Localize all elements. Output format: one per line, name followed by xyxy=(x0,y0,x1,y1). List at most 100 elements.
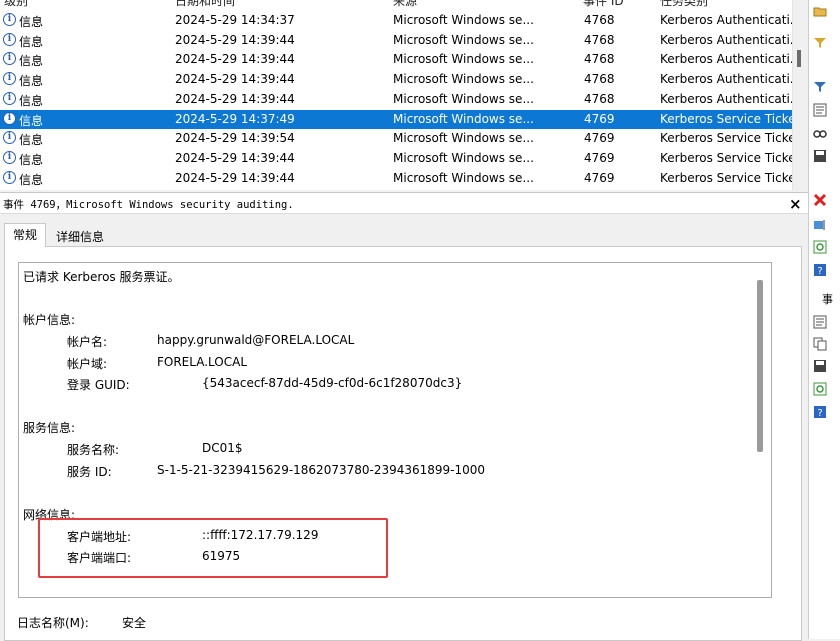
info-icon: i xyxy=(3,170,16,184)
table-row[interactable]: i 信息 2024-5-29 14:34:37 Microsoft Windows s… xyxy=(0,11,792,31)
filter-icon[interactable] xyxy=(813,36,827,50)
service-id-label: 服务 ID: xyxy=(67,465,112,479)
service-name-label: 服务名称: xyxy=(67,443,120,457)
tab-general[interactable]: 常规 xyxy=(4,223,46,247)
cell-category: Kerberos Authenticati... xyxy=(660,91,792,106)
cell-level: 信息 xyxy=(19,133,44,148)
account-section-heading: 帐户信息: xyxy=(23,313,76,327)
svg-text:?: ? xyxy=(817,266,822,277)
cell-level: 信息 xyxy=(19,15,44,29)
col-header-datetime[interactable]: 日期和时间 xyxy=(175,0,235,9)
table-row[interactable]: i 信息 2024-5-29 14:39:44 Microsoft Windows s… xyxy=(0,90,792,110)
save-icon[interactable] xyxy=(813,149,827,163)
logon-guid-label: 登录 GUID: xyxy=(67,378,130,392)
account-name-value: happy.grunwald@FORELA.LOCAL xyxy=(157,333,355,347)
cell-category: Kerberos Authenticati... xyxy=(660,52,792,67)
info-icon: i xyxy=(3,91,16,105)
table-row[interactable]: i 信息 2024-5-29 14:39:54 Microsoft Windows s… xyxy=(0,129,792,149)
properties-icon[interactable] xyxy=(813,103,827,117)
cell-category: Kerberos Authenticati... xyxy=(660,32,792,47)
col-header-level[interactable]: 级别 xyxy=(4,0,28,9)
cell-category: Kerberos Service Ticke... xyxy=(660,170,792,185)
cell-event-id: 4768 xyxy=(584,91,615,106)
info-icon: i xyxy=(3,32,16,46)
cell-source: Microsoft Windows se... xyxy=(393,150,534,165)
cell-datetime: 2024-5-29 14:37:49 xyxy=(175,111,295,126)
cell-event-id: 4769 xyxy=(584,170,615,185)
service-section-heading: 服务信息: xyxy=(23,421,76,435)
col-header-event-id[interactable]: 事件 ID xyxy=(583,0,624,9)
cell-level: 信息 xyxy=(19,93,44,108)
cell-datetime: 2024-5-29 14:39:44 xyxy=(175,52,295,67)
col-header-source[interactable]: 来源 xyxy=(393,0,417,9)
event-properties-icon[interactable] xyxy=(813,315,827,329)
cell-source: Microsoft Windows se... xyxy=(393,131,534,146)
account-domain-label: 帐户域: xyxy=(67,357,108,371)
table-row[interactable]: i 信息 2024-5-29 14:39:44 Microsoft Windows s… xyxy=(0,149,792,169)
event-list-scrollbar[interactable] xyxy=(792,0,809,190)
description-scrollbar[interactable] xyxy=(757,280,763,452)
cell-source: Microsoft Windows se... xyxy=(393,72,534,87)
open-folder-icon[interactable] xyxy=(813,4,827,18)
table-row[interactable]: i 信息 2024-5-29 14:39:44 Microsoft Windows s… xyxy=(0,31,792,51)
cell-level: 信息 xyxy=(19,54,44,69)
cell-event-id: 4768 xyxy=(584,72,615,87)
info-icon: i xyxy=(3,72,16,86)
col-header-category[interactable]: 任务类别 xyxy=(660,0,708,9)
cell-event-id: 4769 xyxy=(584,111,615,126)
cell-level: 信息 xyxy=(19,113,44,128)
table-row[interactable]: i 信息 2024-5-29 14:39:44 Microsoft Windows s… xyxy=(0,50,792,70)
table-row-selected[interactable]: i 信息 2024-5-29 14:37:49 Microsoft Windows s… xyxy=(0,109,792,130)
refresh-icon[interactable] xyxy=(813,240,827,254)
table-row[interactable]: i 信息 2024-5-29 14:39:44 Microsoft Windows s… xyxy=(0,70,792,90)
cell-source: Microsoft Windows se... xyxy=(393,52,534,67)
event-detail-title: 事件 4769，Microsoft Windows security audit… xyxy=(3,199,294,211)
event-summary: 已请求 Kerberos 服务票证。 xyxy=(23,270,180,284)
cell-datetime: 2024-5-29 14:39:44 xyxy=(175,91,295,106)
cell-event-id: 4768 xyxy=(584,52,615,67)
cell-category: Kerberos Authenticati... xyxy=(660,13,792,27)
cell-datetime: 2024-5-29 14:39:44 xyxy=(175,170,295,185)
info-icon: i xyxy=(3,111,16,125)
table-row[interactable]: i 信息 2024-5-29 14:39:44 Microsoft Windows s… xyxy=(0,169,792,189)
event-list: 级别 日期和时间 来源 事件 ID 任务类别 i 信息 2024-5-29 14:3… xyxy=(0,0,792,190)
save-event-icon[interactable] xyxy=(813,359,827,373)
cell-category: Kerberos Service Ticke... xyxy=(660,131,792,146)
info-icon: i xyxy=(3,150,16,164)
event-help-icon[interactable]: ? xyxy=(813,405,827,419)
cell-event-id: 4768 xyxy=(584,32,615,47)
cell-category: Kerberos Authenticati... xyxy=(660,72,792,87)
service-name-value: DC01$ xyxy=(202,441,243,455)
filter-log-icon[interactable] xyxy=(813,80,827,94)
cell-event-id: 4768 xyxy=(584,13,615,27)
cell-source: Microsoft Windows se... xyxy=(393,32,534,47)
cell-level: 信息 xyxy=(19,152,44,167)
refresh-event-icon[interactable] xyxy=(813,382,827,396)
delete-icon[interactable] xyxy=(813,193,827,207)
cell-level: 信息 xyxy=(19,172,44,187)
info-icon: i xyxy=(3,52,16,66)
cell-datetime: 2024-5-29 14:39:44 xyxy=(175,32,295,47)
cell-datetime: 2024-5-29 14:39:44 xyxy=(175,150,295,165)
scrollbar-thumb[interactable] xyxy=(797,50,801,67)
cell-datetime: 2024-5-29 14:39:54 xyxy=(175,131,295,146)
copy-icon[interactable] xyxy=(813,337,827,351)
close-icon[interactable]: × xyxy=(789,195,802,213)
cell-datetime: 2024-5-29 14:34:37 xyxy=(175,13,295,27)
actions-section-event: 事 xyxy=(822,293,833,306)
log-name-label: 日志名称(M): xyxy=(17,616,89,630)
svg-text:?: ? xyxy=(817,408,822,419)
cell-source: Microsoft Windows se... xyxy=(393,170,534,185)
tab-details[interactable]: 详细信息 xyxy=(56,228,104,245)
cell-level: 信息 xyxy=(19,34,44,49)
info-icon: i xyxy=(3,131,16,145)
cell-source: Microsoft Windows se... xyxy=(393,91,534,106)
logon-guid-value: {543acecf-87dd-45d9-cf0d-6c1f28070dc3} xyxy=(202,376,463,390)
cell-event-id: 4769 xyxy=(584,150,615,165)
event-list-header: 级别 日期和时间 来源 事件 ID 任务类别 xyxy=(0,0,792,8)
highlight-box xyxy=(38,518,388,578)
help-icon[interactable]: ? xyxy=(813,263,827,277)
cell-source: Microsoft Windows se... xyxy=(393,111,534,126)
find-icon[interactable] xyxy=(813,126,827,140)
attach-task-icon[interactable] xyxy=(813,218,827,232)
